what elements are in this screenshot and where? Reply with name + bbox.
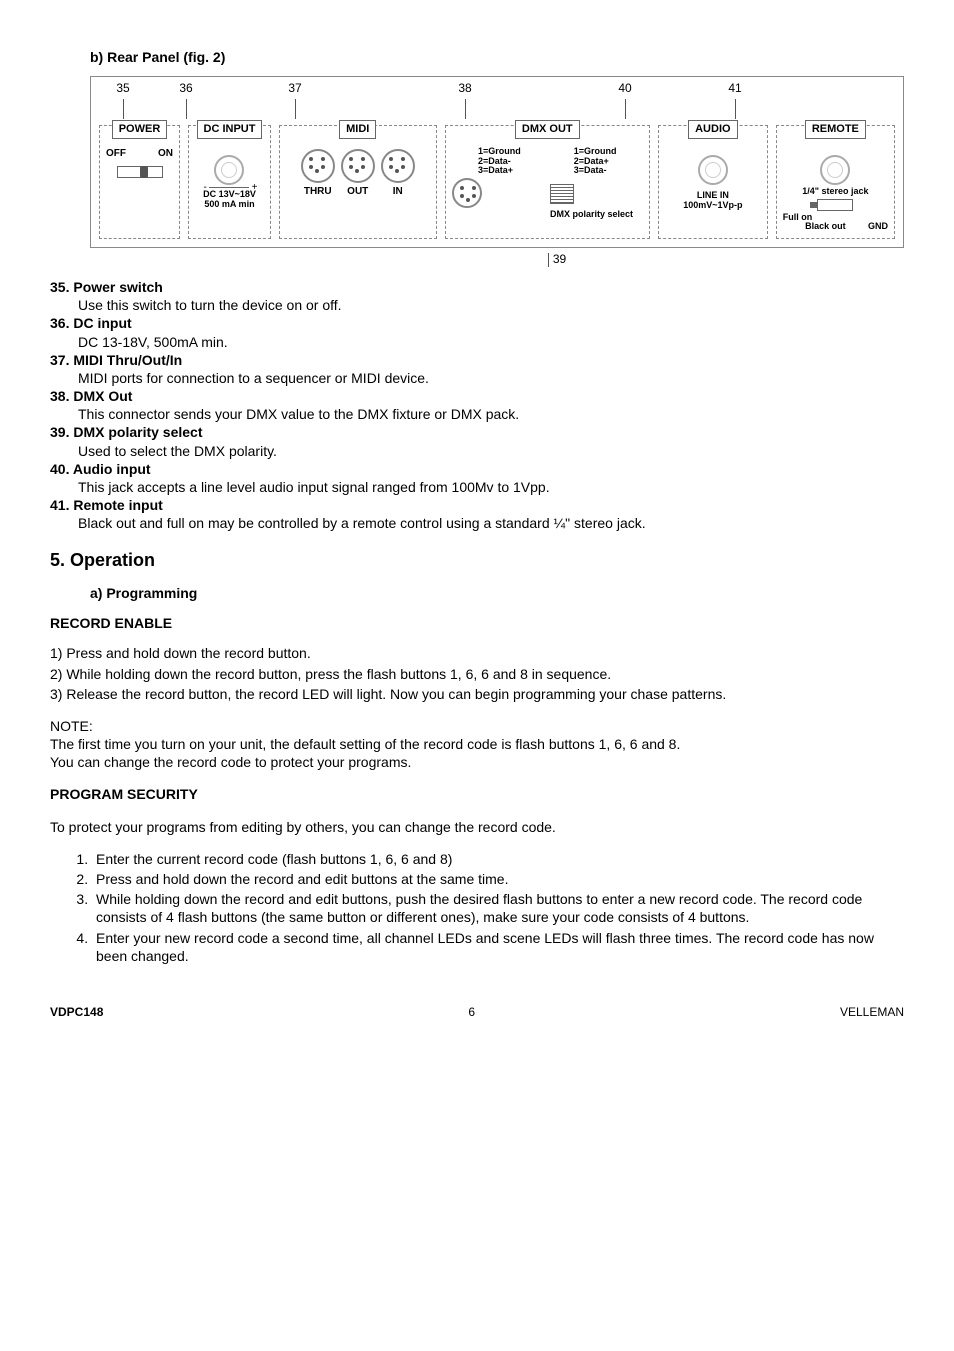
- def-41-head: 41. Remote input: [50, 496, 904, 514]
- program-security-heading: PROGRAM SECURITY: [50, 785, 904, 803]
- callout-37: 37: [225, 81, 365, 97]
- prog-step-2: Press and hold down the record and edit …: [92, 870, 904, 888]
- rear-panel-heading: b) Rear Panel (fig. 2): [90, 48, 904, 66]
- midi-thru-label: THRU: [301, 185, 335, 198]
- remote-jack-label: 1/4" stereo jack: [783, 187, 888, 197]
- dmx-pinout-b: 1=Ground 2=Data+ 3=Data-: [574, 147, 617, 177]
- power-switch-icon: [117, 166, 163, 178]
- def-38-body: This connector sends your DMX value to t…: [78, 405, 904, 423]
- callout-40: 40: [565, 81, 685, 97]
- rec-step-1: 1) Press and hold down the record button…: [50, 644, 904, 662]
- program-security-steps: Enter the current record code (flash but…: [92, 850, 904, 965]
- audio-panel: AUDIO LINE IN 100mV~1Vp-p: [658, 125, 768, 239]
- dc-input-panel: DC INPUT - + DC 13V~18V 500 mA min: [188, 125, 271, 239]
- midi-panel: MIDI THRU OUT IN: [279, 125, 437, 239]
- note-head: NOTE:: [50, 717, 904, 735]
- midi-in-port-icon: [381, 149, 415, 183]
- footer-brand: VELLEMAN: [840, 1005, 904, 1021]
- dc-input-title: DC INPUT: [197, 120, 263, 138]
- operation-heading: 5. Operation: [50, 549, 904, 572]
- stereo-plug-icon: [817, 199, 853, 211]
- remote-black-out: Black out: [805, 222, 846, 232]
- remote-panel: REMOTE 1/4" stereo jack Full on Black ou…: [776, 125, 895, 239]
- page-footer: VDPC148 6 VELLEMAN: [50, 1005, 904, 1021]
- definitions-list: 35. Power switch Use this switch to turn…: [50, 278, 904, 533]
- remote-title: REMOTE: [805, 120, 866, 138]
- programming-heading: a) Programming: [90, 584, 904, 602]
- prog-step-4: Enter your new record code a second time…: [92, 929, 904, 965]
- audio-spec: 100mV~1Vp-p: [665, 201, 761, 211]
- rear-panel-diagram: 35 36 37 38 40 41 POWER OFF ON DC INPUT …: [90, 76, 904, 248]
- midi-out-port-icon: [341, 149, 375, 183]
- remote-gnd: GND: [868, 222, 888, 232]
- def-39-head: 39. DMX polarity select: [50, 423, 904, 441]
- callout-39: 39: [50, 252, 904, 268]
- callout-row: 35 36 37 38 40 41: [99, 81, 895, 97]
- midi-thru-port-icon: [301, 149, 335, 183]
- def-35-body: Use this switch to turn the device on or…: [78, 296, 904, 314]
- def-36-body: DC 13-18V, 500mA min.: [78, 333, 904, 351]
- rec-step-3: 3) Release the record button, the record…: [50, 685, 904, 703]
- dmx-out-panel: DMX OUT 1=Ground 2=Data- 3=Data+ 1=Groun…: [445, 125, 650, 239]
- def-39-body: Used to select the DMX polarity.: [78, 442, 904, 460]
- def-37-head: 37. MIDI Thru/Out/In: [50, 351, 904, 369]
- def-38-head: 38. DMX Out: [50, 387, 904, 405]
- prog-step-3: While holding down the record and edit b…: [92, 890, 904, 926]
- midi-title: MIDI: [339, 120, 376, 138]
- power-panel-title: POWER: [112, 120, 168, 138]
- remote-jack-icon: [820, 155, 850, 185]
- program-security-intro: To protect your programs from editing by…: [50, 818, 904, 836]
- record-enable-heading: RECORD ENABLE: [50, 614, 904, 632]
- power-on-label: ON: [158, 147, 173, 160]
- audio-jack-icon: [698, 155, 728, 185]
- note-line-1: The first time you turn on your unit, th…: [50, 735, 904, 753]
- dmx-pinout-a: 1=Ground 2=Data- 3=Data+: [478, 147, 521, 177]
- dmx-polarity-switch-icon: [550, 184, 574, 204]
- callout-36: 36: [147, 81, 225, 97]
- callout-35: 35: [99, 81, 147, 97]
- callout-41: 41: [685, 81, 785, 97]
- note-line-2: You can change the record code to protec…: [50, 753, 904, 771]
- midi-in-label: IN: [381, 185, 415, 198]
- def-35-head: 35. Power switch: [50, 278, 904, 296]
- note-block: NOTE: The first time you turn on your un…: [50, 717, 904, 772]
- audio-title: AUDIO: [688, 120, 737, 138]
- callout-38: 38: [365, 81, 565, 97]
- power-off-label: OFF: [106, 147, 126, 160]
- footer-page-number: 6: [468, 1005, 475, 1021]
- def-40-body: This jack accepts a line level audio inp…: [78, 478, 904, 496]
- record-enable-steps: 1) Press and hold down the record button…: [50, 644, 904, 703]
- footer-model: VDPC148: [50, 1005, 103, 1021]
- dmx-title: DMX OUT: [515, 120, 580, 138]
- power-panel: POWER OFF ON: [99, 125, 180, 239]
- rec-step-2: 2) While holding down the record button,…: [50, 665, 904, 683]
- dmx-connector-icon: [452, 178, 482, 208]
- def-40-head: 40. Audio input: [50, 460, 904, 478]
- prog-step-1: Enter the current record code (flash but…: [92, 850, 904, 868]
- midi-out-label: OUT: [341, 185, 375, 198]
- def-36-head: 36. DC input: [50, 314, 904, 332]
- def-41-body: Black out and full on may be controlled …: [78, 514, 904, 532]
- def-37-body: MIDI ports for connection to a sequencer…: [78, 369, 904, 387]
- dc-jack-icon: [214, 155, 244, 185]
- dmx-polarity-label: DMX polarity select: [452, 210, 633, 220]
